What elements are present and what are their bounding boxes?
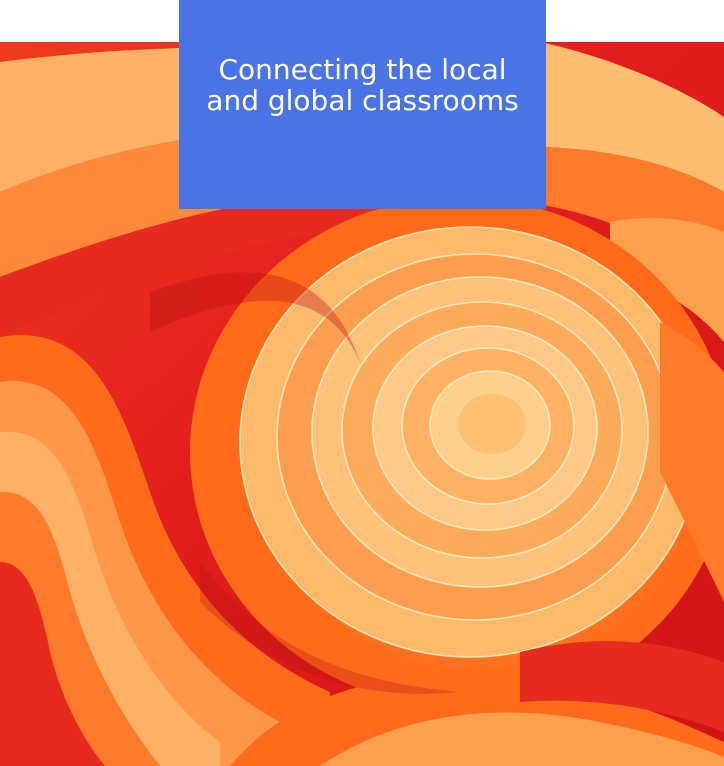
headline-text: Connecting the local and global classroo… — [206, 53, 519, 126]
page: Connecting the local and global classroo… — [0, 0, 724, 766]
headline-banner: Connecting the local and global classroo… — [179, 0, 546, 209]
headline-line-2: and global classrooms — [206, 83, 519, 117]
